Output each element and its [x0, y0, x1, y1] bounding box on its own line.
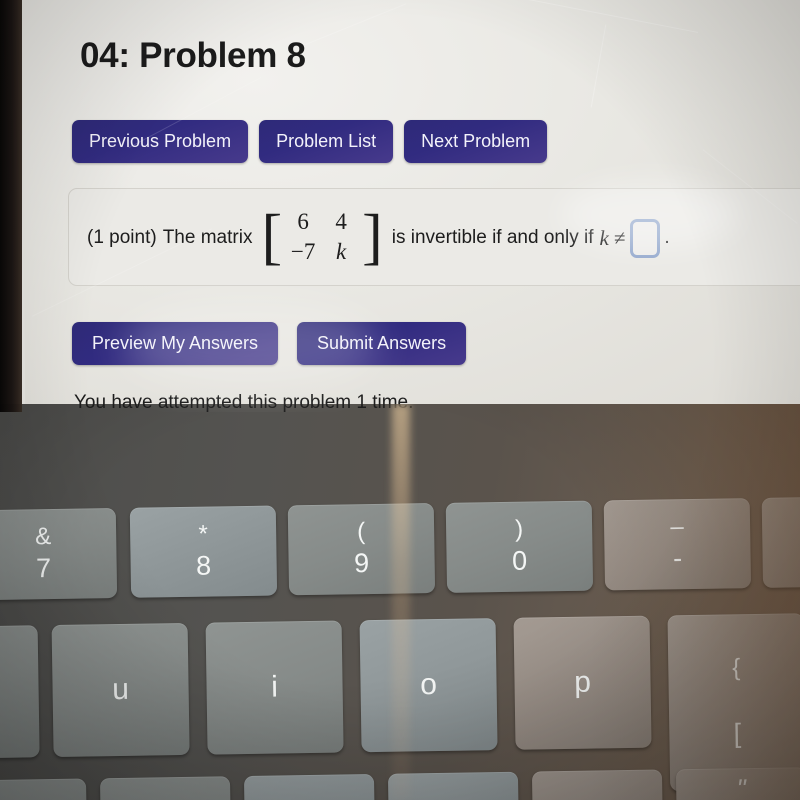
attempt-count-note: You have attempted this problem 1 time.	[74, 392, 414, 412]
problem-navigation-bar: Previous Problem Problem List Next Probl…	[72, 120, 548, 163]
key-left-bracket[interactable]: { [	[667, 613, 800, 792]
matrix-cell-r2c2: k	[336, 239, 347, 264]
key-bottom-row-3[interactable]	[243, 774, 376, 800]
keyboard-deck: & 7 * 8 ( 9 ) 0 – - u i o p {[. "	[0, 404, 800, 800]
problem-list-button[interactable]: Problem List	[259, 120, 394, 163]
matrix-cell-r1c2: 4	[335, 209, 347, 234]
key-i[interactable]: i	[205, 620, 344, 755]
key-o[interactable]: o	[359, 618, 498, 753]
key-p[interactable]: p	[513, 615, 652, 750]
key-8-shift-label: *	[198, 520, 209, 548]
key-comma[interactable]	[99, 776, 232, 800]
key-7-label: 7	[35, 553, 52, 584]
key-i-label: i	[270, 670, 279, 704]
key-period-label: .	[593, 779, 602, 800]
key-9-shift-label: (	[356, 518, 366, 546]
preview-my-answers-button[interactable]: Preview My Answers	[72, 322, 279, 365]
answer-action-bar: Preview My Answers Submit Answers	[72, 322, 467, 365]
next-problem-button[interactable]: Next Problem	[404, 120, 548, 163]
key-0[interactable]: ) 0	[445, 500, 594, 593]
points-label: (1 point)	[87, 227, 157, 248]
previous-problem-button[interactable]: Previous Problem	[72, 120, 249, 163]
key-minus[interactable]: – -	[603, 498, 752, 591]
webwork-page: 04: Problem 8 Previous Problem Problem L…	[58, 0, 800, 412]
key-9[interactable]: ( 9	[287, 503, 436, 596]
matrix-cell-r2c1: −7	[290, 239, 316, 264]
matrix-right-bracket: ]	[362, 202, 383, 271]
matrix-left-bracket: [	[261, 202, 283, 271]
problem-lead-text: The matrix	[162, 227, 253, 248]
invertibility-condition-text: is invertible if and only if	[391, 227, 594, 248]
key-8[interactable]: * 8	[129, 505, 278, 598]
matrix-grid: 6 4 −7 k	[282, 207, 362, 267]
key-u[interactable]: u	[51, 622, 190, 758]
laptop-screen: 04: Problem 8 Previous Problem Problem L…	[0, 0, 800, 412]
matrix-expression: [ 6 4 −7 k ]	[261, 202, 383, 271]
key-0-label: 0	[511, 545, 528, 576]
key-period[interactable]: .	[531, 769, 664, 800]
key-7-shift-label: &	[34, 523, 52, 551]
answer-input[interactable]	[630, 218, 661, 258]
key-u-label: u	[111, 673, 130, 707]
key-minus-shift-label: –	[670, 513, 684, 541]
key-minus-label: -	[672, 543, 683, 574]
key-quote[interactable]: "	[675, 767, 800, 800]
not-equal-symbol: ≠	[613, 225, 626, 250]
key-quote-label: "	[736, 773, 747, 800]
key-0-shift-label: )	[514, 515, 524, 543]
variable-k: k	[599, 225, 609, 250]
key-equals[interactable]	[761, 495, 800, 588]
key-m[interactable]	[0, 778, 88, 800]
screen-bezel-left-edge	[0, 0, 22, 412]
key-bottom-row-4[interactable]	[387, 771, 520, 800]
matrix-cell-r1c1: 6	[297, 209, 309, 234]
problem-statement-box: (1 point) The matrix [ 6 4 −7 k ] is inv…	[68, 188, 800, 286]
key-9-label: 9	[353, 548, 370, 579]
problem-statement-text: (1 point) The matrix [ 6 4 −7 k ] is inv…	[87, 189, 670, 287]
page-title: 04: Problem 8	[80, 36, 306, 75]
trailing-period: .	[664, 227, 670, 248]
photo-of-laptop-screen-and-keyboard: 04: Problem 8 Previous Problem Problem L…	[0, 0, 800, 800]
key-o-label: o	[419, 668, 438, 702]
key-y[interactable]	[0, 625, 40, 760]
key-left-bracket-shift-label: {	[732, 654, 741, 682]
key-p-label: p	[573, 665, 592, 700]
key-7[interactable]: & 7	[0, 508, 118, 601]
key-8-label: 8	[195, 550, 212, 581]
key-left-bracket-label: [	[733, 718, 742, 749]
laptop-keyboard: & 7 * 8 ( 9 ) 0 – - u i o p {[. "	[0, 404, 800, 800]
submit-answers-button[interactable]: Submit Answers	[297, 322, 467, 365]
